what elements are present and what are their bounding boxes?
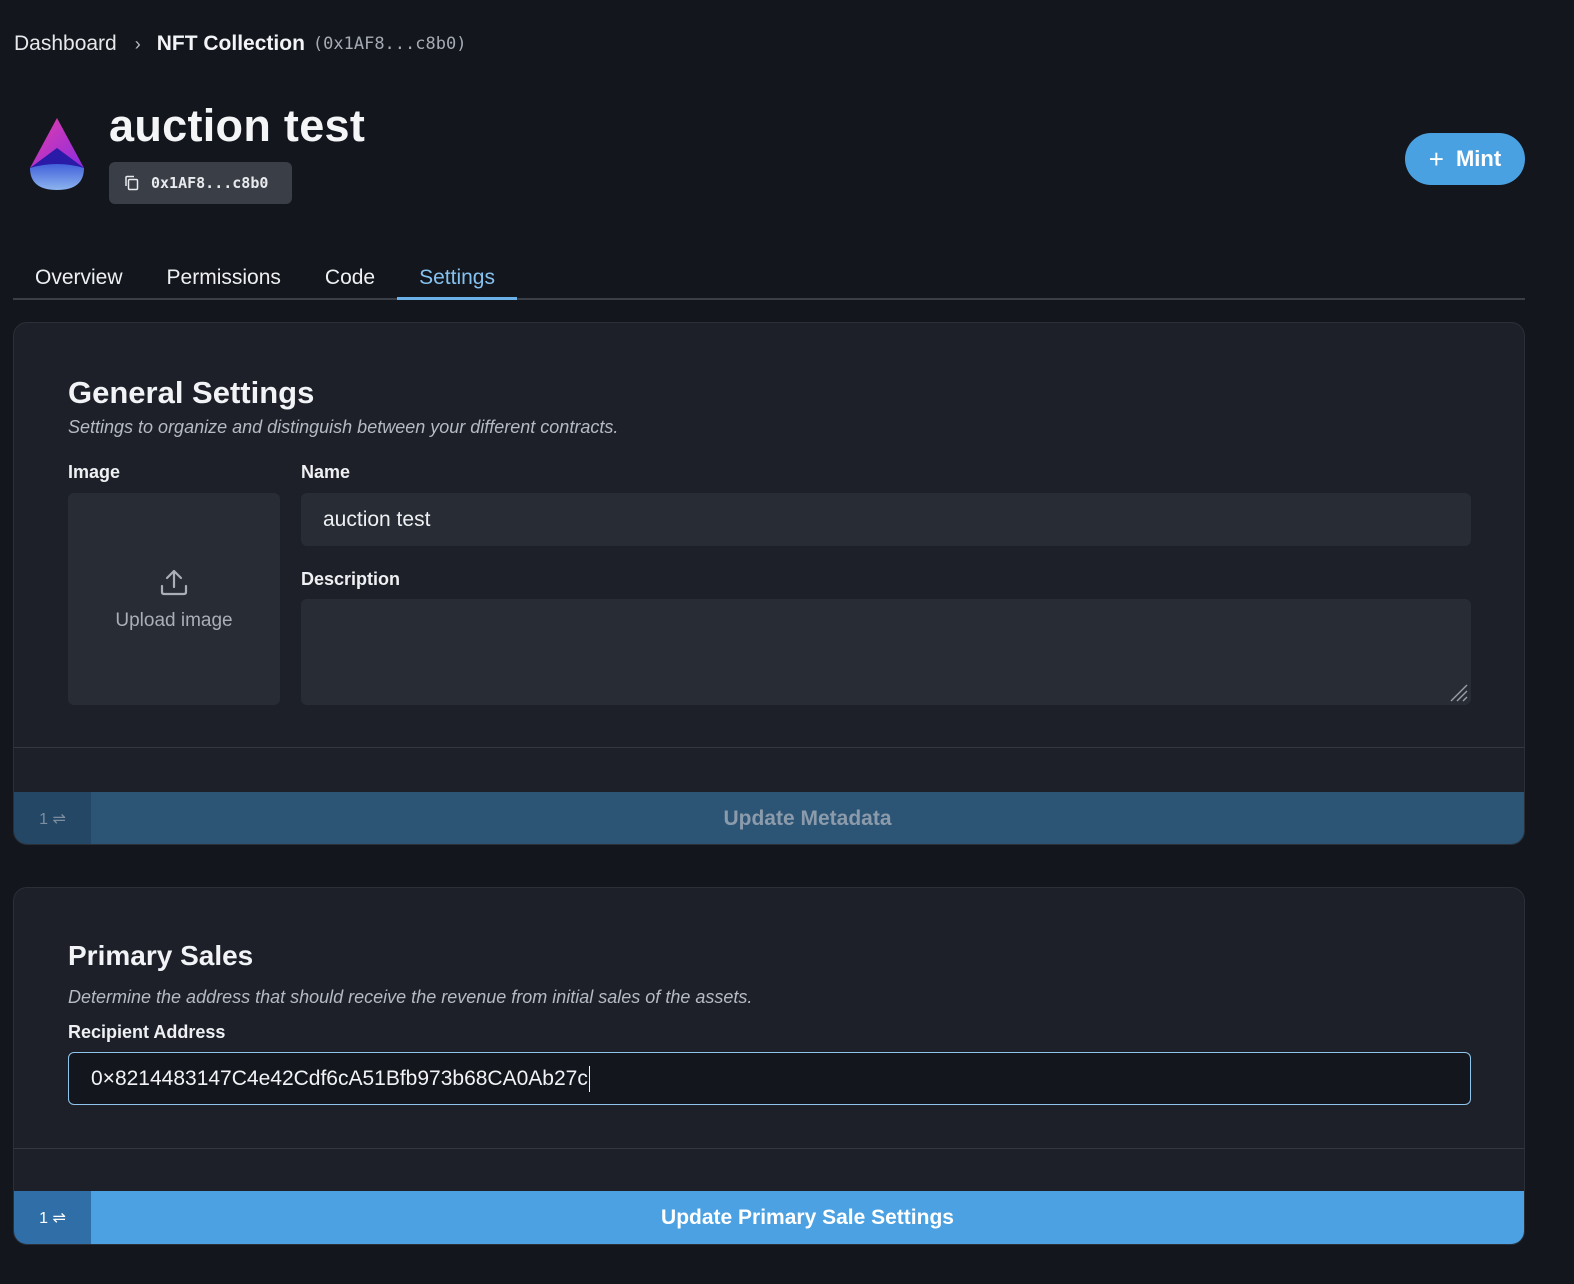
breadcrumb-current: NFT Collection bbox=[156, 32, 305, 55]
description-label: Description bbox=[301, 569, 401, 589]
image-label: Image bbox=[68, 462, 121, 482]
name-input[interactable]: auction test bbox=[301, 493, 1471, 546]
transaction-count-badge: 1 ⇌ bbox=[14, 792, 91, 844]
name-label: Name bbox=[301, 462, 351, 482]
recipient-address-label: Recipient Address bbox=[68, 1022, 226, 1042]
update-primary-sale-bar: 1 ⇌ Update Primary Sale Settings bbox=[14, 1191, 1524, 1244]
mint-button[interactable]: + Mint bbox=[1405, 133, 1525, 185]
contract-logo-icon bbox=[30, 118, 84, 190]
general-settings-title: General Settings bbox=[68, 375, 315, 410]
breadcrumb-dashboard-link[interactable]: Dashboard bbox=[14, 32, 117, 56]
mint-button-label: Mint bbox=[1455, 146, 1502, 171]
image-upload-dropzone[interactable]: Upload image bbox=[68, 493, 280, 705]
copy-icon bbox=[125, 175, 139, 191]
general-settings-card: General Settings Settings to organize an… bbox=[13, 322, 1525, 845]
copy-address-button[interactable]: 0x1AF8...c8b0 bbox=[109, 162, 292, 204]
resize-handle-icon[interactable] bbox=[1443, 677, 1469, 703]
primary-sales-card: Primary Sales Determine the address that… bbox=[13, 887, 1525, 1245]
breadcrumb-address: (0x1AF8...c8b0) bbox=[312, 34, 467, 54]
update-metadata-button[interactable]: Update Metadata bbox=[91, 792, 1524, 844]
transaction-count-badge: 1 ⇌ bbox=[14, 1191, 91, 1244]
update-metadata-bar: 1 ⇌ Update Metadata bbox=[14, 792, 1524, 844]
card-divider bbox=[14, 1148, 1524, 1149]
primary-sales-description: Determine the address that should receiv… bbox=[68, 987, 753, 1007]
update-primary-sale-button[interactable]: Update Primary Sale Settings bbox=[91, 1191, 1524, 1244]
tab-permissions[interactable]: Permissions bbox=[145, 258, 303, 300]
upload-icon bbox=[160, 569, 188, 596]
upload-image-label: Upload image bbox=[115, 610, 233, 631]
tab-settings[interactable]: Settings bbox=[397, 258, 517, 300]
primary-sales-title: Primary Sales bbox=[68, 940, 254, 971]
text-caret bbox=[588, 1065, 590, 1092]
description-textarea[interactable] bbox=[301, 599, 1471, 705]
breadcrumb: Dashboard › NFT Collection (0x1AF8...c8b… bbox=[14, 32, 466, 56]
general-settings-description: Settings to organize and distinguish bet… bbox=[68, 417, 619, 437]
tab-overview[interactable]: Overview bbox=[13, 258, 145, 300]
tab-bar: Overview Permissions Code Settings bbox=[13, 258, 1525, 300]
recipient-address-value: 0×8214483147C4e42Cdf6cA51Bfb973b68CA0Ab2… bbox=[91, 1066, 588, 1090]
plus-icon: + bbox=[1428, 143, 1444, 174]
tab-code[interactable]: Code bbox=[303, 258, 397, 300]
chevron-right-icon: › bbox=[134, 33, 141, 54]
recipient-address-input[interactable]: 0×8214483147C4e42Cdf6cA51Bfb973b68CA0Ab2… bbox=[68, 1052, 1471, 1105]
contract-address: 0x1AF8...c8b0 bbox=[151, 174, 269, 192]
page-title: auction test bbox=[109, 100, 366, 151]
card-divider bbox=[14, 747, 1524, 748]
